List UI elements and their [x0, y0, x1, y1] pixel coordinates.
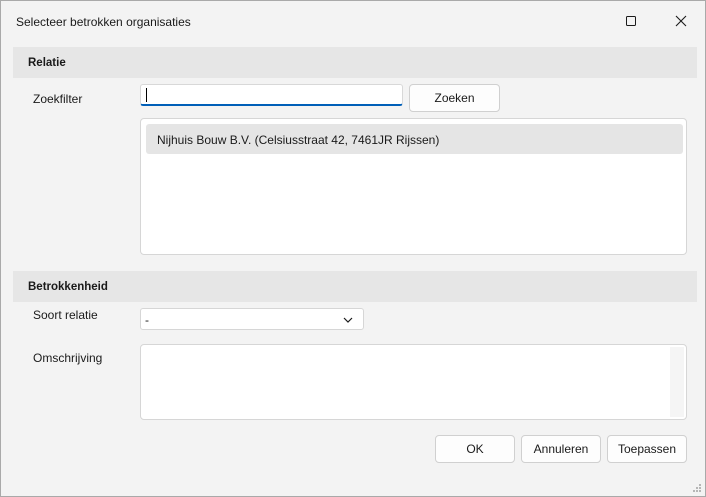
resize-grip-icon[interactable]	[692, 483, 702, 493]
maximize-icon	[626, 16, 636, 26]
dialog-content: Relatie Zoekfilter Zoeken Nijhuis Bouw B…	[1, 41, 705, 496]
vertical-scrollbar[interactable]	[670, 347, 684, 417]
chevron-down-icon	[343, 317, 353, 323]
search-input[interactable]	[140, 84, 403, 106]
ok-button[interactable]: OK	[435, 435, 515, 463]
soort-relatie-value: -	[145, 313, 149, 327]
dialog-window: Selecteer betrokken organisaties Relatie…	[0, 0, 706, 497]
section-title-betrokkenheid: Betrokkenheid	[28, 281, 108, 293]
search-button[interactable]: Zoeken	[409, 84, 500, 112]
section-header-relatie: Relatie	[13, 47, 697, 78]
section-header-betrokkenheid: Betrokkenheid	[13, 271, 697, 302]
section-title-relatie: Relatie	[28, 57, 66, 69]
close-button[interactable]	[658, 1, 704, 41]
title-bar[interactable]: Selecteer betrokken organisaties	[1, 1, 705, 41]
apply-button[interactable]: Toepassen	[607, 435, 687, 463]
zoekfilter-label: Zoekfilter	[33, 92, 83, 106]
cancel-button[interactable]: Annuleren	[521, 435, 601, 463]
omschrijving-label: Omschrijving	[33, 351, 103, 365]
list-item-label: Nijhuis Bouw B.V. (Celsiusstraat 42, 746…	[157, 133, 440, 147]
window-title: Selecteer betrokken organisaties	[16, 15, 191, 29]
soort-relatie-select[interactable]: -	[140, 308, 364, 330]
text-caret	[146, 88, 147, 102]
list-item[interactable]: Nijhuis Bouw B.V. (Celsiusstraat 42, 746…	[146, 124, 683, 154]
maximize-button[interactable]	[608, 1, 654, 41]
close-icon	[675, 15, 687, 27]
relation-results-list[interactable]: Nijhuis Bouw B.V. (Celsiusstraat 42, 746…	[140, 118, 687, 255]
soort-relatie-label: Soort relatie	[33, 308, 98, 322]
omschrijving-textarea[interactable]	[140, 344, 687, 420]
